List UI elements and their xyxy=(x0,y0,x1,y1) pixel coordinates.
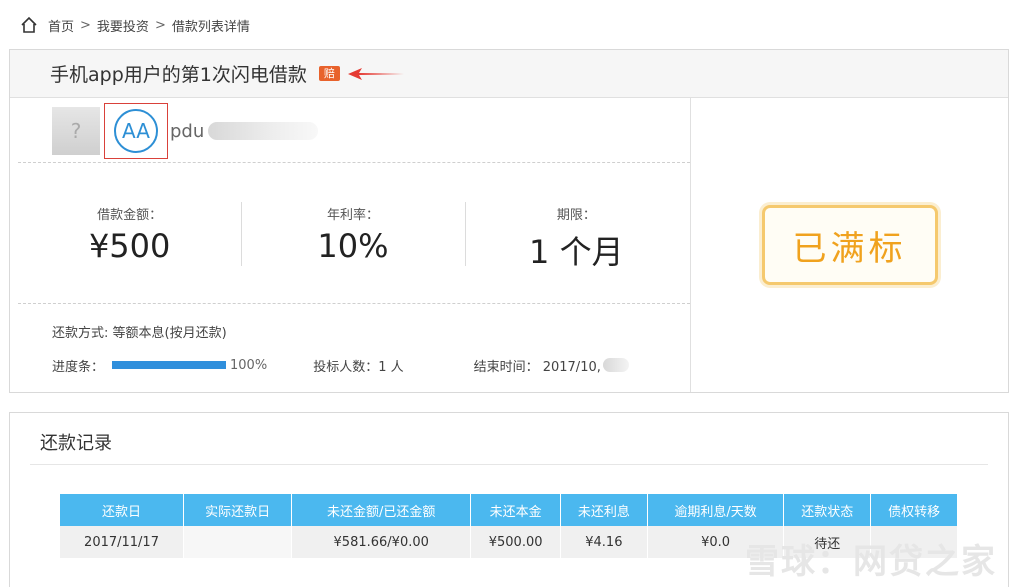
watermark: 雪球：网贷之家 xyxy=(745,542,997,582)
stat-value: 10% xyxy=(317,227,389,265)
loan-header: 手机app用户的第1次闪电借款 赔 xyxy=(10,50,1008,98)
avatar: ? xyxy=(52,107,100,155)
progress-row: 进度条： 100% 投标人数：1 人 结束时间： 2017/10, xyxy=(52,356,682,375)
cell-principal: ¥500.00 xyxy=(470,526,561,558)
col-header: 实际还款日 xyxy=(183,494,293,526)
stat-label: 借款金额： xyxy=(97,208,163,223)
divider xyxy=(30,464,988,465)
progress-label: 进度条： xyxy=(52,359,105,375)
col-header: 还款日 xyxy=(60,494,185,526)
breadcrumb-invest[interactable]: 我要投资 xyxy=(97,16,149,35)
full-stamp: 已满标 xyxy=(761,205,938,285)
cell-amounts: ¥581.66/¥0.00 xyxy=(291,526,472,558)
progress-percent: 100% xyxy=(230,357,268,373)
aa-badge-box: AA xyxy=(104,103,168,159)
username: pdu xyxy=(170,120,205,142)
divider xyxy=(18,162,690,163)
col-header: 未还金额/已还金额 xyxy=(291,494,472,526)
cell-actual-date xyxy=(183,526,293,558)
breadcrumb-sep: > xyxy=(80,17,91,33)
end-time: 结束时间： 2017/10, xyxy=(473,359,601,375)
redacted-blur xyxy=(208,122,319,140)
aa-badge-icon: AA xyxy=(114,109,158,153)
stat-value: 1 个月 xyxy=(529,233,624,271)
progress-fill xyxy=(112,361,227,369)
loan-stats: 借款金额： ¥500 年利率： 10% 期限： 1 个月 xyxy=(18,198,688,271)
repay-title: 还款记录 xyxy=(40,433,112,454)
loan-panel: 手机app用户的第1次闪电借款 赔 ? AA pdu 借款金额： ¥500 年利… xyxy=(9,49,1009,393)
col-header: 未还本金 xyxy=(470,494,561,526)
cell-repay-date: 2017/11/17 xyxy=(60,526,185,558)
stat-rate: 年利率： 10% xyxy=(241,198,464,268)
col-header: 债权转移 xyxy=(870,494,958,526)
user-row: ? AA pdu xyxy=(52,103,319,159)
status-area: 已满标 xyxy=(690,98,1008,392)
repay-method: 还款方式: 等额本息(按月还款) xyxy=(52,326,227,341)
compensation-badge: 赔 xyxy=(318,66,340,81)
divider xyxy=(18,303,690,304)
breadcrumb-detail: 借款列表详情 xyxy=(171,19,250,35)
col-header: 还款状态 xyxy=(783,494,872,526)
stat-term: 期限： 1 个月 xyxy=(464,198,688,271)
redacted-blur xyxy=(602,358,629,372)
red-arrow-icon xyxy=(347,67,404,80)
stat-label: 年利率： xyxy=(326,208,379,223)
status-text: 已满标 xyxy=(792,228,907,269)
stat-label: 期限： xyxy=(556,208,596,223)
table-header-row: 还款日 实际还款日 未还金额/已还金额 未还本金 未还利息 逾期利息/天数 还款… xyxy=(60,494,958,526)
stat-amount: 借款金额： ¥500 xyxy=(18,198,241,268)
col-header: 未还利息 xyxy=(560,494,648,526)
breadcrumb: 首页 > 我要投资 > 借款列表详情 xyxy=(20,14,256,36)
bidder-count: 投标人数：1 人 xyxy=(313,359,404,375)
progress-bar xyxy=(112,361,227,369)
loan-title: 手机app用户的第1次闪电借款 xyxy=(50,64,307,86)
home-icon[interactable] xyxy=(20,16,38,34)
breadcrumb-home[interactable]: 首页 xyxy=(48,16,74,35)
stat-value: ¥500 xyxy=(88,227,171,265)
cell-interest: ¥4.16 xyxy=(560,526,648,558)
col-header: 逾期利息/天数 xyxy=(647,494,785,526)
breadcrumb-sep: > xyxy=(154,17,166,33)
loan-info: ? AA pdu 借款金额： ¥500 年利率： 10% 期限： 1 个月 还款… xyxy=(10,98,690,392)
